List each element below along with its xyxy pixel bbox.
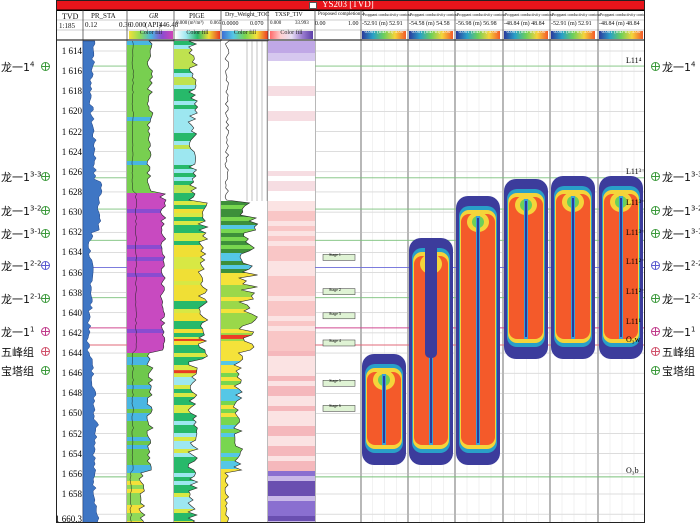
formation-marker-icon [651,327,660,336]
formation-marker-icon [41,327,50,336]
formation-marker-icon [651,62,660,71]
left-formation-label: 五峰组 [1,346,34,359]
left-formation-label: 龙一13-2 [1,204,42,218]
depth-tick-label: 1 614 [61,46,82,56]
depth-tick-label: 1 656 [61,468,82,479]
zone-tag: L11¹ [626,316,641,326]
left-formation-label: 龙一14 [1,60,35,74]
depth-tick-label: 1 658 [61,489,82,499]
depth-tick-label: 1 646 [61,368,82,379]
right-formation-label: 龙一13-1 [662,227,700,241]
stage-label: Stage 2 [329,286,341,292]
stage-label: Stage 1 [329,252,341,258]
right-formation-label: 龙一13-3 [662,170,700,184]
depth-tick-label: 1 630 [61,207,82,218]
depth-tick-label: 1 640 [61,307,82,318]
left-formation-label: 龙一13-3 [1,170,42,184]
formation-marker-icon [41,366,50,375]
formation-marker-icon [651,229,660,238]
zone-tag: O₃w [626,334,641,344]
zone-tag: L11²⁻² [626,257,645,267]
formation-marker-icon [651,366,660,375]
depth-tick-label: 1 632 [61,227,82,238]
right-formation-label: 五峰组 [662,346,695,359]
formation-marker-icon [41,172,50,181]
right-formation-label: 龙一13-2 [662,204,700,218]
depth-tick-label: 1 616 [61,66,82,77]
formation-marker-icon [651,294,660,303]
right-formation-label: 龙一14 [662,60,696,74]
right-formation-label: 龙一12-1 [662,292,700,306]
depth-tick-label: 1 626 [61,166,82,177]
proppant-contour-4 [504,179,548,359]
formation-marker-icon [41,294,50,303]
zone-tag: L11³⁻³ [626,166,645,176]
proppant-contour-1 [362,354,406,465]
depth-tick-label: 1 644 [61,348,82,359]
left-formation-label: 龙一12-2 [1,259,42,273]
depth-tick-label: 1 642 [61,327,82,338]
left-formation-label: 宝塔组 [1,365,34,378]
right-formation-label: 龙一11 [662,325,696,339]
right-formation-label: 宝塔组 [662,365,695,378]
formation-marker-icon [41,229,50,238]
depth-tick-label: 1 638 [61,287,82,298]
depth-tick-label: 1 628 [61,186,82,197]
proppant-contour-3 [456,196,500,465]
formation-marker-icon [651,206,660,215]
right-formation-label: 龙一12-2 [662,259,700,273]
depth-tick-label: 1 652 [61,428,82,439]
depth-tick-label: 1 650 [61,408,82,419]
zone-tag: L11⁴ [626,56,642,66]
stage-label: Stage 4 [329,337,341,343]
zone-tag: O₃b [626,465,639,475]
proppant-contour-5 [551,176,595,359]
stage-label: Stage 5 [329,378,341,384]
depth-tick-label: 1 624 [61,146,82,157]
log-plot-frame: YS203 [TVD] TVD 1:185 PR_STA 0.12 0.36 G… [56,0,645,523]
depth-tick-label: 1 636 [61,267,82,278]
zone-tag: L11³⁻² [626,198,645,208]
formation-marker-icon [651,261,660,270]
depth-tick-label: 1 618 [61,86,82,97]
formation-marker-icon [41,347,50,356]
left-formation-label: 龙一11 [1,325,35,339]
stage-label: Stage 6 [329,403,341,409]
formation-marker-icon [41,62,50,71]
formation-marker-icon [651,347,660,356]
left-formation-label: 龙一13-1 [1,227,42,241]
formation-marker-icon [41,261,50,270]
formation-marker-icon [41,206,50,215]
formation-marker-icon [651,172,660,181]
stage-label: Stage 3 [329,310,341,316]
left-formation-label: 龙一12-1 [1,292,42,306]
log-plot-canvas [57,9,644,522]
depth-tick-label: 1 660.3 [56,514,82,523]
depth-tick-label: 1 654 [61,448,82,459]
depth-tick-label: 1 634 [61,247,82,258]
depth-tick-label: 1 620 [61,106,82,117]
zone-tag: L11³⁻¹ [626,228,645,238]
zone-tag: L11²⁻¹ [626,286,645,296]
depth-tick-label: 1 648 [61,388,82,399]
depth-tick-label: 1 622 [61,126,82,137]
